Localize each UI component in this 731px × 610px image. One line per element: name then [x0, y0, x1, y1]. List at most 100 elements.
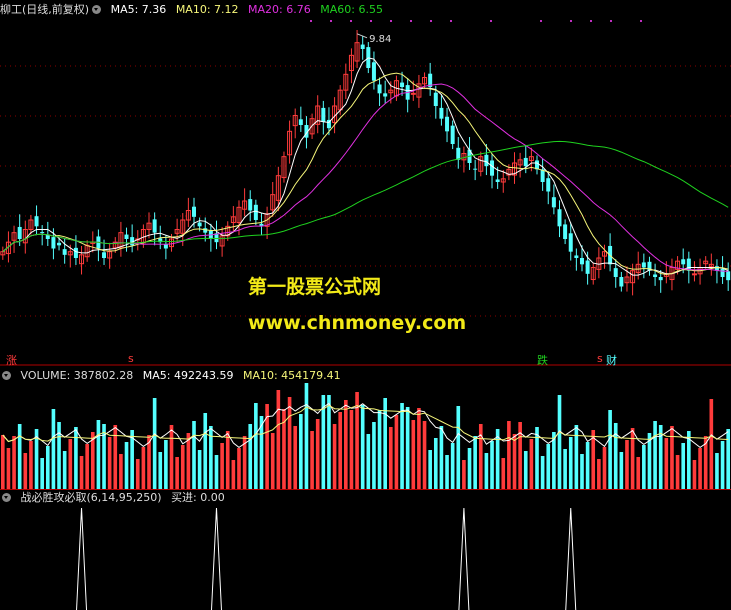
volume-bar — [574, 425, 579, 490]
volume-bar — [175, 457, 179, 490]
volume-bar — [231, 460, 236, 490]
volume-bar — [225, 431, 230, 490]
indicator-chart[interactable] — [0, 506, 731, 610]
volume-bar — [608, 410, 612, 490]
volume-bar — [124, 442, 129, 490]
top-dot — [310, 20, 312, 22]
settings-circle-icon[interactable] — [2, 493, 11, 502]
volume-bar — [529, 439, 534, 490]
volume-bar — [152, 398, 157, 490]
marker-cai: 财 — [606, 354, 617, 367]
volume-bar — [501, 458, 506, 490]
volume-bar — [315, 419, 320, 490]
top-dot — [490, 20, 492, 22]
volume-bar — [360, 405, 365, 490]
candle-down — [298, 119, 303, 125]
candle-down — [726, 271, 731, 281]
candle-down — [619, 277, 624, 287]
watermark-url: www.chnmoney.com — [248, 312, 467, 334]
settings-circle-icon[interactable] — [2, 371, 11, 380]
volume-bar — [180, 445, 185, 490]
volume-bar — [107, 437, 112, 490]
volume-bar — [563, 449, 567, 490]
top-dot — [610, 20, 612, 22]
volume-bar — [45, 446, 50, 490]
candle-down — [383, 93, 388, 97]
ma20-readout: MA20: 6.76 — [248, 3, 311, 16]
top-dot — [350, 20, 352, 22]
volume-bar — [186, 433, 191, 490]
volume-bar — [715, 453, 719, 490]
marker-s2: s — [597, 352, 603, 365]
volume-bar — [1, 435, 5, 490]
volume-readout: VOLUME: 387802.28 — [20, 369, 134, 382]
candle-down — [473, 168, 478, 170]
volume-bar — [113, 425, 118, 490]
indicator-panel-header: 战必胜攻必取(6,14,95,250) 买进: 0.00 — [0, 490, 231, 506]
candle-down — [191, 206, 196, 217]
volume-bar — [681, 443, 686, 490]
candle-down — [445, 116, 450, 132]
volume-bar — [523, 451, 528, 490]
candle-down — [371, 62, 376, 81]
volume-bar — [158, 452, 163, 490]
candle-down — [490, 160, 495, 176]
candle-down — [163, 244, 168, 249]
candle-down — [450, 125, 455, 144]
volume-bar — [203, 413, 208, 490]
volume-bar — [433, 438, 438, 490]
candle-down — [523, 157, 528, 167]
watermark-title: 第一股票公式网 — [248, 276, 382, 298]
candle-down — [546, 178, 551, 192]
volume-bar — [456, 406, 461, 490]
candle-down — [484, 154, 489, 167]
volume-chart[interactable] — [0, 383, 731, 490]
candle-down — [62, 249, 67, 255]
candle-down — [563, 224, 568, 239]
volume-bar — [462, 460, 466, 490]
top-dot — [410, 20, 412, 22]
volume-bar — [237, 448, 241, 490]
marker-s1: s — [128, 352, 134, 365]
vol-ma5-line — [2, 402, 729, 449]
volume-bar — [546, 444, 551, 490]
volume-bar — [602, 447, 607, 490]
volume-bar — [394, 415, 399, 490]
ma10-line — [2, 72, 729, 276]
ma10-readout: MA10: 7.12 — [175, 3, 239, 16]
candle-down — [495, 179, 500, 182]
volume-bar — [467, 448, 472, 490]
volume-bar — [23, 453, 28, 490]
candle-down — [73, 247, 78, 258]
volume-bar — [62, 451, 67, 490]
candle-down — [17, 226, 22, 239]
volume-bar — [40, 458, 44, 490]
candle-down — [456, 147, 461, 160]
candle-down — [574, 255, 579, 258]
candle-down — [585, 260, 590, 274]
volume-bar — [568, 437, 573, 490]
candle-down — [557, 209, 562, 227]
volume-bar — [192, 421, 196, 490]
indicator-value: 买进: 0.00 — [171, 491, 225, 504]
volume-bar — [68, 439, 73, 490]
candle-down — [540, 169, 545, 182]
ma5-readout: MA5: 7.36 — [110, 3, 167, 16]
volume-bar — [377, 410, 382, 490]
candle-down — [551, 197, 556, 208]
volume-bar — [411, 420, 416, 490]
volume-bar — [332, 424, 337, 490]
price-high-label: 9.84 — [369, 34, 391, 45]
high-pointer — [356, 33, 368, 39]
stock-title[interactable]: 柳工(日线,前复权) — [0, 3, 89, 16]
volume-bar — [405, 407, 410, 490]
settings-circle-icon[interactable] — [92, 5, 102, 14]
volume-bar — [445, 455, 449, 490]
volume-panel-header: VOLUME: 387802.28 MA5: 492243.59 MA10: 4… — [0, 368, 347, 384]
candle-down — [568, 233, 573, 252]
marker-zhang: 涨 — [6, 354, 17, 367]
candle-down — [377, 84, 382, 94]
volume-bar — [141, 447, 146, 490]
volume-bar — [388, 427, 393, 490]
volume-bar — [642, 445, 646, 490]
